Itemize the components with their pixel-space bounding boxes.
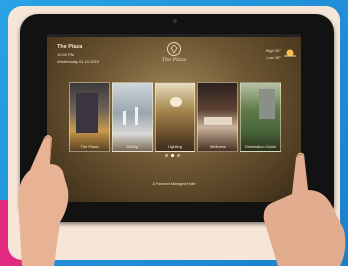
sun-icon bbox=[284, 49, 296, 57]
low-value: 28° bbox=[274, 55, 281, 60]
hotel-logo[interactable]: The Plaza bbox=[160, 42, 188, 63]
header-time: 10:00 PM bbox=[57, 52, 75, 57]
camera-icon bbox=[173, 19, 177, 23]
logo-wordmark: The Plaza bbox=[161, 57, 187, 63]
tile-label: Destination Guide bbox=[244, 144, 277, 149]
tile-label: The Plaza bbox=[80, 144, 99, 149]
tile-dining[interactable]: Dining bbox=[111, 82, 153, 152]
low-label: Low bbox=[266, 55, 274, 60]
tile-lighting[interactable]: Lighting bbox=[154, 82, 196, 152]
page-dot-active[interactable] bbox=[171, 154, 174, 157]
tile-the-plaza[interactable]: The Plaza bbox=[69, 82, 110, 152]
tile-destination-guide[interactable]: Destination Guide bbox=[240, 82, 281, 152]
tile-label: Wellness bbox=[209, 144, 226, 149]
skyline-image bbox=[259, 89, 276, 119]
status-bar bbox=[47, 34, 301, 37]
tile-label: Dining bbox=[126, 144, 138, 149]
spa-bed-image bbox=[204, 117, 233, 125]
right-hand-image bbox=[263, 152, 346, 266]
building-image bbox=[76, 93, 98, 133]
tile-wellness[interactable]: Wellness bbox=[197, 82, 239, 152]
left-hand-image bbox=[18, 135, 69, 266]
tile-label: Lighting bbox=[167, 144, 182, 149]
glass-image bbox=[122, 111, 126, 125]
page-dot[interactable] bbox=[177, 154, 180, 157]
glass-image bbox=[134, 107, 138, 125]
menu-tiles: The Plaza Dining Lighting Wellness Desti… bbox=[69, 82, 281, 152]
hotel-title: The Plaza bbox=[57, 44, 83, 50]
header-date: Wednesday 01.10.2010 bbox=[57, 59, 100, 64]
page-indicator[interactable] bbox=[165, 154, 180, 157]
high-value: 30° bbox=[274, 48, 281, 53]
lamp-image bbox=[169, 97, 182, 107]
page-dot[interactable] bbox=[165, 154, 168, 157]
weather-readout: High 30° Low 28° bbox=[266, 47, 281, 61]
high-label: High bbox=[265, 48, 274, 53]
header-info: The Plaza 10:00 PM Wednesday 01.10.2010 bbox=[57, 44, 99, 65]
crest-icon bbox=[167, 42, 181, 56]
